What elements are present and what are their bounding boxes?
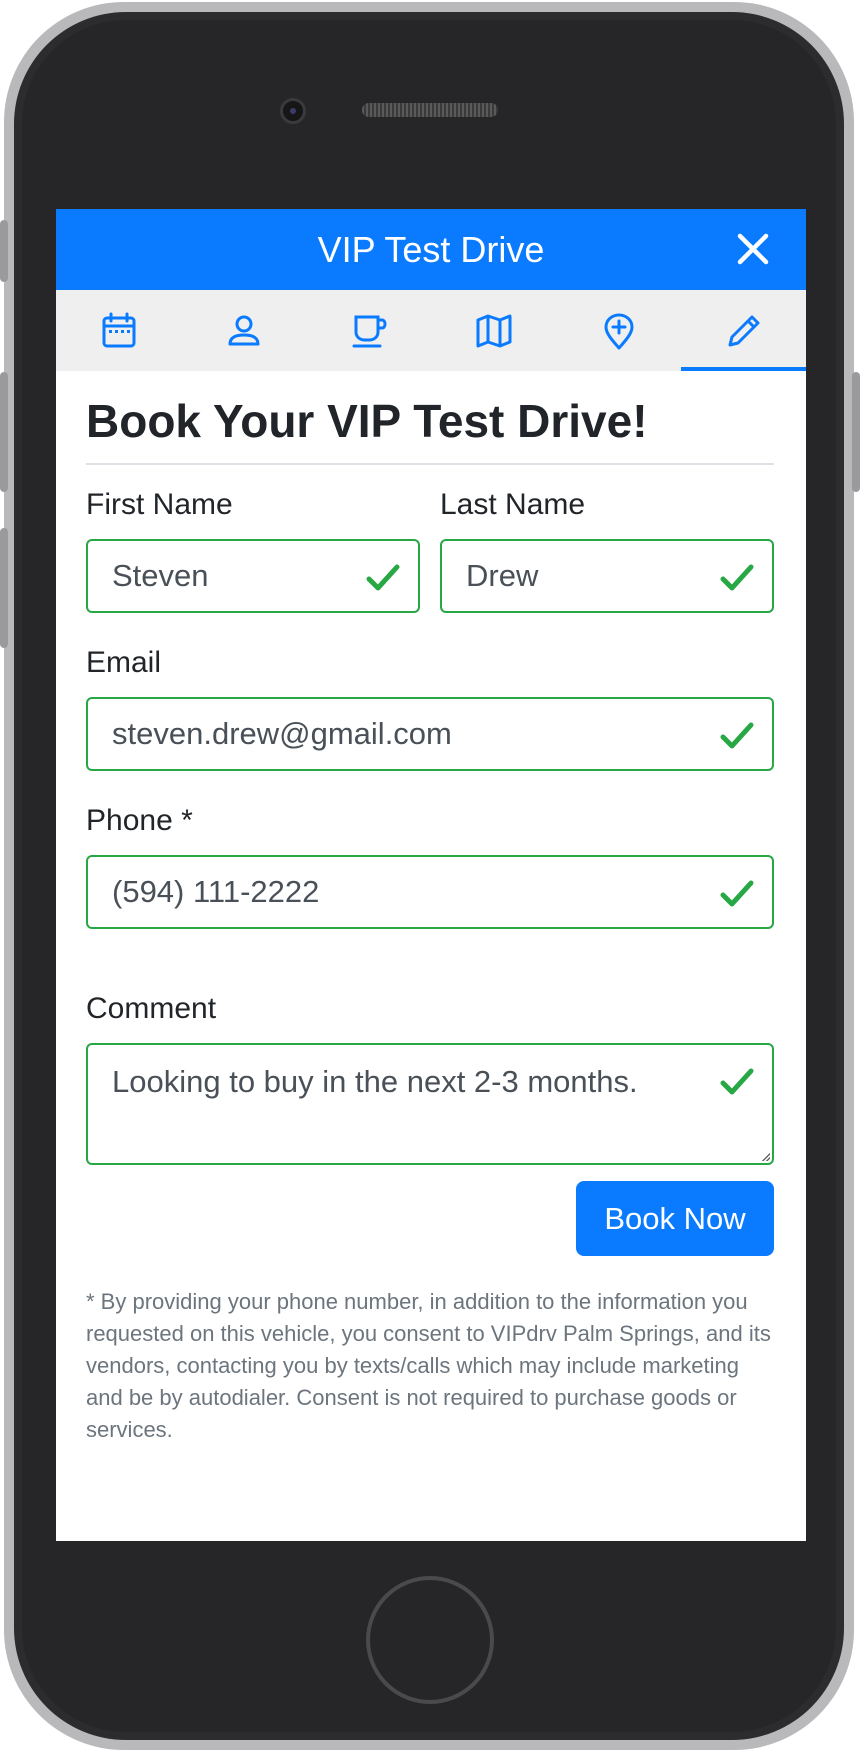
phone-field[interactable]: (594) 111-2222 (86, 855, 774, 929)
last-name-field[interactable]: Drew (440, 539, 774, 613)
person-icon (228, 315, 259, 345)
first-name-group: First Name Steven (86, 465, 420, 613)
tab-schedule[interactable] (56, 290, 181, 371)
valid-check-icon (720, 880, 754, 907)
valid-check-icon (720, 722, 754, 749)
side-button-silent (0, 220, 8, 282)
location-pin-plus-icon (604, 313, 633, 349)
resize-handle[interactable] (762, 1153, 770, 1161)
tab-book[interactable] (681, 290, 806, 371)
book-now-button[interactable]: Book Now (576, 1181, 774, 1256)
comment-field[interactable]: Looking to buy in the next 2-3 months. (86, 1043, 774, 1165)
map-icon (476, 314, 511, 347)
home-button[interactable] (366, 1576, 494, 1704)
pencil-icon (728, 315, 759, 346)
phone-label: Phone * (86, 804, 193, 837)
tab-map[interactable] (431, 290, 556, 371)
valid-check-icon (720, 1068, 754, 1095)
last-name-group: Last Name Drew (440, 465, 774, 613)
comment-label: Comment (86, 992, 217, 1025)
booking-form: Book Your VIP Test Drive! First Name Ste… (86, 371, 774, 1446)
valid-check-icon (720, 564, 754, 591)
phone-value: (594) 111-2222 (112, 874, 320, 909)
page-title: Book Your VIP Test Drive! (86, 371, 774, 465)
header-title: VIP Test Drive (317, 228, 545, 270)
side-button-volume-down (0, 528, 8, 648)
earpiece-speaker (362, 103, 498, 117)
valid-check-icon (366, 564, 400, 591)
tab-profile[interactable] (181, 290, 306, 371)
last-name-value: Drew (466, 558, 539, 593)
email-value: steven.drew@gmail.com (112, 716, 452, 751)
coffee-cup-icon (352, 315, 387, 347)
first-name-value: Steven (112, 558, 209, 593)
side-button-volume-up (0, 372, 8, 492)
consent-disclaimer: * By providing your phone number, in add… (86, 1289, 771, 1442)
first-name-field[interactable]: Steven (86, 539, 420, 613)
tab-location[interactable] (556, 290, 681, 371)
header-bar: VIP Test Drive (56, 209, 806, 290)
last-name-label: Last Name (440, 488, 586, 521)
side-button-power (852, 372, 860, 492)
tab-amenities[interactable] (306, 290, 431, 371)
tab-bar (56, 290, 806, 371)
email-label: Email (86, 646, 162, 679)
name-row: First Name Steven Last Name Drew (86, 465, 774, 613)
comment-value: Looking to buy in the next 2-3 months. (112, 1064, 638, 1099)
first-name-label: First Name (86, 488, 233, 521)
actions-row: Book Now (86, 1181, 774, 1256)
front-camera (280, 98, 306, 124)
calendar-icon (102, 312, 135, 347)
app-screen: VIP Test Drive Book Your VIP Test Drive!… (56, 209, 806, 1541)
email-field[interactable]: steven.drew@gmail.com (86, 697, 774, 771)
close-icon[interactable] (734, 230, 772, 268)
